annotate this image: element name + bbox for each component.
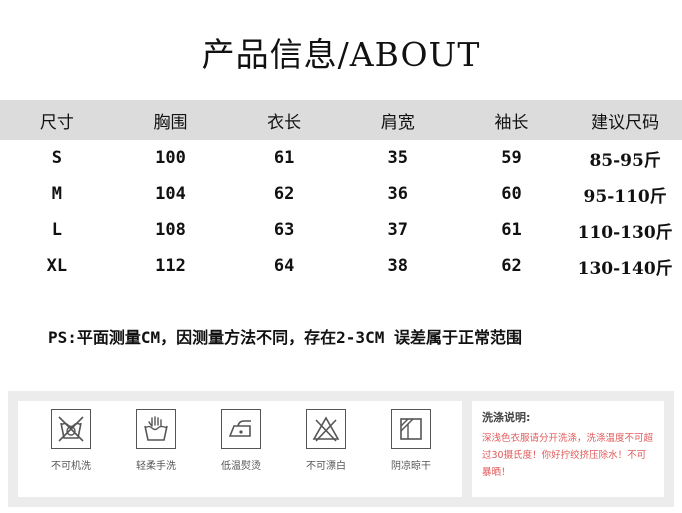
page-title: 产品信息/ABOUT [201,35,481,74]
care-label: 轻柔手洗 [136,461,176,472]
header-length: 衣长 [227,100,341,140]
low-temp-iron-icon [221,409,261,449]
table-cell: L [51,220,62,240]
table-header-row: 尺寸 胸围 衣长 肩宽 袖长 建议尺码 [0,100,682,140]
table-cell: 37 [387,220,409,240]
no-machine-wash-icon [51,409,91,449]
table-cell: 64 [273,256,295,276]
header-size: 尺寸 [0,100,114,140]
table-row: L 108 63 37 61 110-130斤 [0,212,682,248]
care-item-no-bleach: 不可漂白 [291,409,361,472]
shade-dry-icon [391,409,431,449]
table-cell: 85-95斤 [589,150,661,171]
care-icons-panel: 不可机洗 轻柔手洗 低温熨烫 不可漂白 阴凉晾干 [18,401,462,497]
table-row: S 100 61 35 59 85-95斤 [0,140,682,176]
table-row: XL 112 64 38 62 130-140斤 [0,248,682,284]
table-cell: 112 [155,256,186,276]
header-shoulder: 肩宽 [340,100,455,140]
care-panel: 不可机洗 轻柔手洗 低温熨烫 不可漂白 阴凉晾干 洗涤说明: 深浅色衣服请分开洗… [8,391,674,507]
table-cell: 62 [501,256,522,276]
care-label: 不可漂白 [306,461,346,472]
table-cell: 35 [387,148,409,168]
care-label: 低温熨烫 [221,461,261,472]
header-recommended: 建议尺码 [568,100,682,140]
table-cell: 100 [155,148,186,168]
table-cell: 130-140斤 [577,258,673,279]
header-chest: 胸围 [113,100,228,140]
table-cell: 63 [273,220,295,240]
care-label: 不可机洗 [51,461,91,472]
table-cell: M [51,184,62,204]
table-cell: 61 [273,148,295,168]
washing-instructions-title: 洗涤说明: [482,411,531,424]
header-sleeve: 袖长 [454,100,569,140]
table-cell: S [51,148,62,168]
care-item-gentle-hand-wash: 轻柔手洗 [121,409,191,472]
table-cell: 110-130斤 [577,222,673,243]
table-cell: 62 [273,184,295,204]
care-label: 阴凉晾干 [391,461,431,472]
size-chart-table: 尺寸 胸围 衣长 肩宽 袖长 建议尺码 S 100 61 35 59 85-95… [0,100,682,284]
table-row: M 104 62 36 60 95-110斤 [0,176,682,212]
table-cell: 104 [155,184,186,204]
washing-instructions: 洗涤说明: 深浅色衣服请分开洗涤，洗涤温度不可超过30摄氏度！你好拧绞挤压除水！… [472,401,664,497]
table-cell: 61 [501,220,522,240]
gentle-hand-wash-icon [136,409,176,449]
table-cell: 60 [501,184,522,204]
washing-instructions-text: 深浅色衣服请分开洗涤，洗涤温度不可超过30摄氏度！你好拧绞挤压除水！不可暴晒！ [482,433,654,478]
table-cell: 36 [387,184,409,204]
no-bleach-icon [306,409,346,449]
care-item-shade-dry: 阴凉晾干 [376,409,446,472]
table-cell: 59 [501,148,522,168]
table-cell: 108 [155,220,186,240]
table-cell: 95-110斤 [583,186,667,207]
table-cell: 38 [387,256,409,276]
measurement-note: PS:平面测量CM，因测量方法不同，存在2-3CM 误差属于正常范围 [48,328,522,347]
care-item-no-machine-wash: 不可机洗 [36,409,106,472]
table-cell: XL [46,256,68,276]
care-item-low-temp-iron: 低温熨烫 [206,409,276,472]
